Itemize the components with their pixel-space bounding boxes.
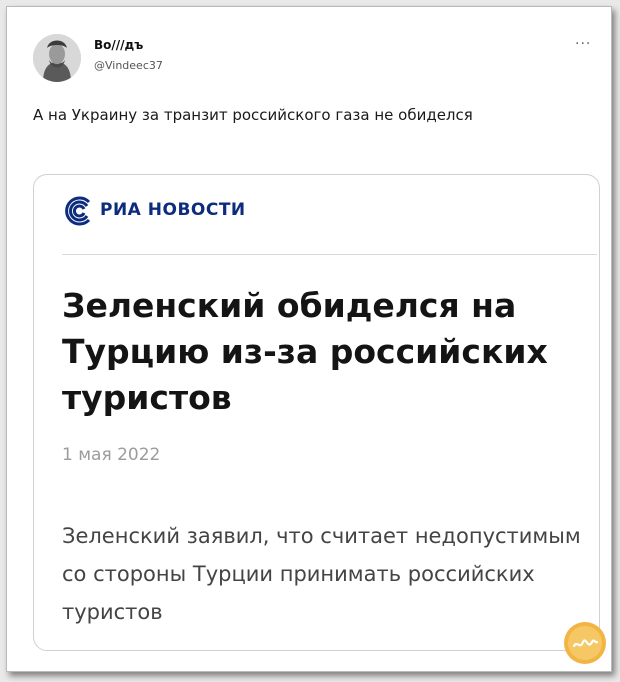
news-date: 1 мая 2022 — [62, 445, 161, 465]
card-divider — [62, 254, 597, 255]
ria-logo-icon — [65, 196, 91, 226]
user-avatar[interactable] — [33, 34, 81, 82]
display-name[interactable]: Во///дъ — [94, 38, 143, 52]
news-card[interactable]: РИА НОВОСТИ Зеленский обиделся на Турцию… — [33, 174, 600, 651]
news-headline: Зеленский обиделся на Турцию из-за росси… — [62, 286, 548, 417]
more-options-icon[interactable]: ··· — [575, 36, 591, 52]
news-summary: Зеленский заявил, что считает недопустим… — [62, 524, 581, 624]
news-source-name: РИА НОВОСТИ — [100, 200, 246, 220]
shutka-watermark-logo — [564, 622, 606, 664]
user-handle[interactable]: @Vindeec37 — [94, 59, 163, 72]
tweet-screenshot: Во///дъ @Vindeec37 ··· А на Украину за т… — [6, 6, 612, 672]
tweet-text: А на Украину за транзит российского газа… — [33, 106, 473, 124]
